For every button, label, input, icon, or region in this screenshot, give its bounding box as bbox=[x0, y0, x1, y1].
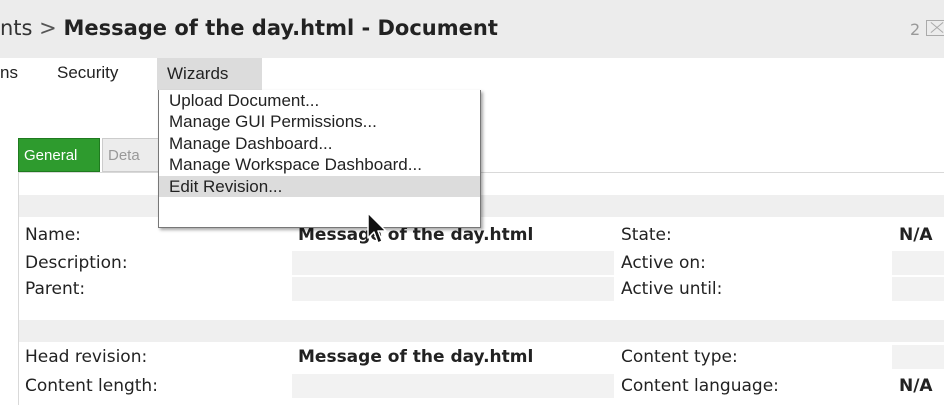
name-label: Name: bbox=[25, 225, 81, 245]
property-row-head-revision: Head revision: Message of the day.html C… bbox=[19, 345, 944, 369]
active-on-label: Active on: bbox=[621, 253, 706, 273]
menu-option-manage-workspace-dashboard[interactable]: Manage Workspace Dashboard... bbox=[159, 154, 480, 175]
state-label: State: bbox=[621, 225, 672, 245]
properties-panel: Name: Message of the day.html State: N/A… bbox=[18, 172, 944, 405]
property-row-content-length: Content length: Content language: N/A bbox=[19, 374, 944, 398]
menu-item-wizards[interactable]: Wizards bbox=[157, 58, 262, 90]
content-length-label: Content length: bbox=[25, 376, 158, 396]
window-title: nts > Message of the day.html - Document bbox=[0, 16, 498, 40]
content-language-label: Content language: bbox=[621, 376, 779, 396]
close-icon[interactable] bbox=[926, 20, 944, 36]
content-type-label: Content type: bbox=[621, 347, 738, 367]
property-row-parent: Parent: Active until: bbox=[19, 277, 944, 301]
menu-option-edit-revision[interactable]: Edit Revision... bbox=[159, 175, 480, 197]
tab-general[interactable]: General bbox=[18, 138, 100, 172]
menu-item-security[interactable]: Security bbox=[57, 63, 118, 83]
title-count: 2 bbox=[910, 20, 921, 39]
content-length-value-field bbox=[292, 374, 614, 398]
menu-item-truncated[interactable]: ns bbox=[0, 63, 18, 83]
active-until-value-field bbox=[892, 277, 944, 301]
mouse-pointer-icon bbox=[367, 212, 387, 244]
state-value: N/A bbox=[899, 225, 933, 245]
head-revision-value: Message of the day.html bbox=[298, 347, 534, 367]
menu-option-manage-dashboard[interactable]: Manage Dashboard... bbox=[159, 133, 480, 154]
wizards-dropdown-menu: Upload Document... Manage GUI Permission… bbox=[158, 90, 481, 228]
menu-option-manage-gui-permissions[interactable]: Manage GUI Permissions... bbox=[159, 111, 480, 132]
parent-label: Parent: bbox=[25, 279, 86, 299]
document-title: Message of the day.html - Document bbox=[63, 16, 498, 40]
breadcrumb-parent[interactable]: nts bbox=[0, 16, 32, 40]
menu-option-upload-document[interactable]: Upload Document... bbox=[159, 90, 480, 111]
content-language-value: N/A bbox=[899, 376, 933, 396]
property-row-description: Description: Active on: bbox=[19, 251, 944, 275]
window-titlebar: nts > Message of the day.html - Document… bbox=[0, 0, 944, 59]
menubar: ns Security Wizards bbox=[0, 58, 944, 90]
active-on-value-field bbox=[892, 251, 944, 275]
section-divider bbox=[19, 320, 944, 342]
head-revision-label: Head revision: bbox=[25, 347, 148, 367]
breadcrumb-separator: > bbox=[39, 16, 57, 40]
active-until-label: Active until: bbox=[621, 279, 723, 299]
content-type-value-field bbox=[892, 345, 944, 369]
description-value-field bbox=[292, 251, 614, 275]
description-label: Description: bbox=[25, 253, 128, 273]
parent-value-field bbox=[292, 277, 614, 301]
